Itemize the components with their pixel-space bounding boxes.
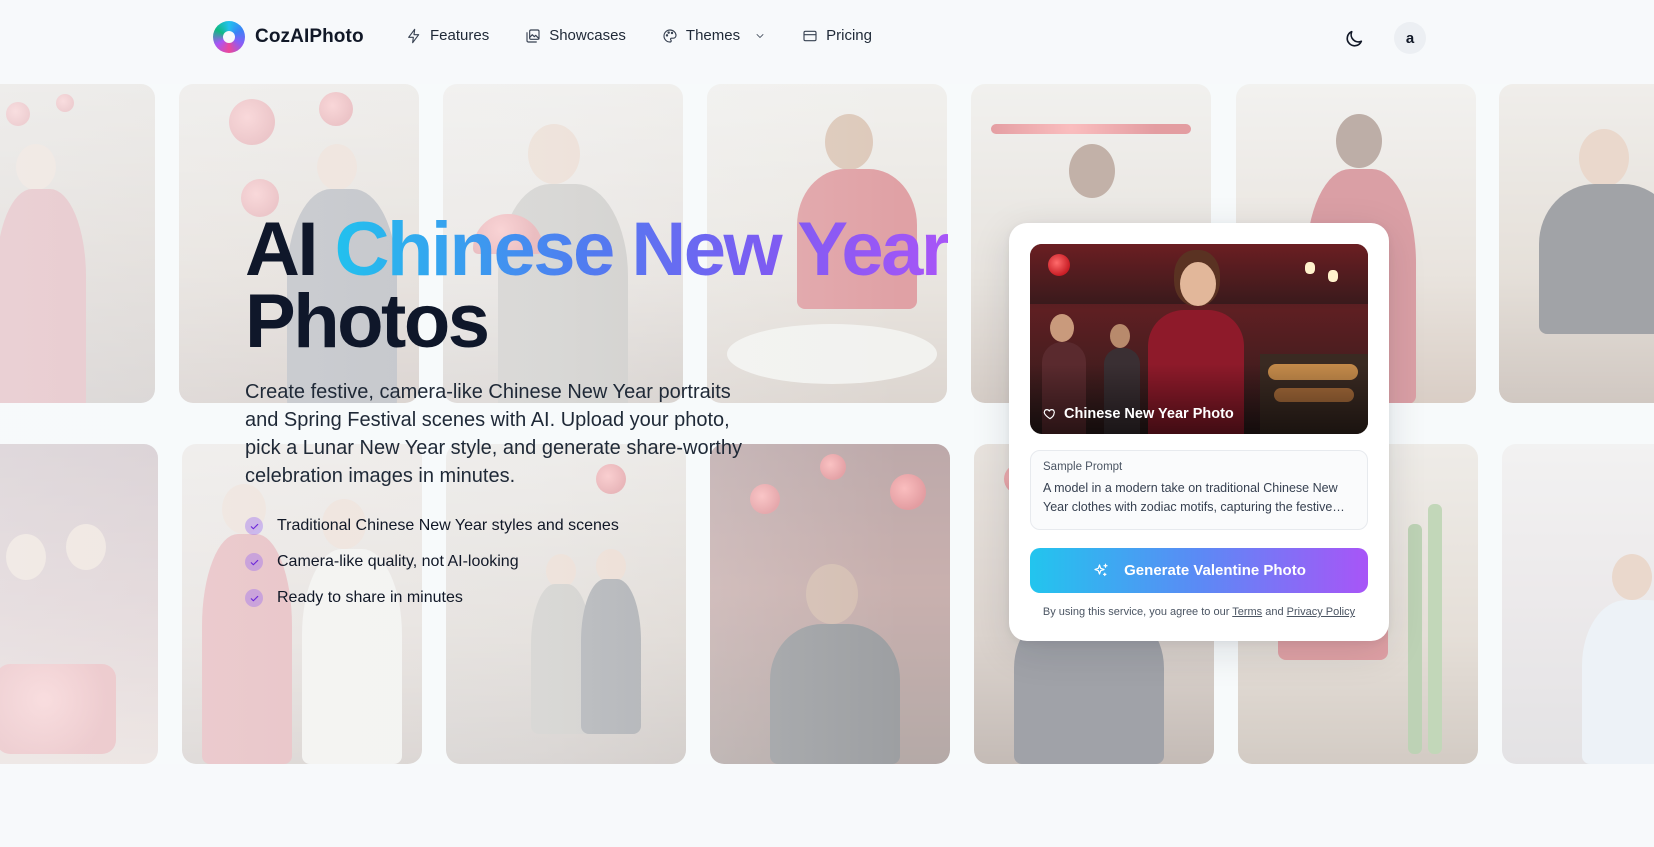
image-caption-shade <box>1030 364 1368 434</box>
feature-text: Traditional Chinese New Year styles and … <box>277 517 619 534</box>
feature-text: Ready to share in minutes <box>277 589 463 606</box>
generate-button-label: Generate Valentine Photo <box>1124 562 1306 579</box>
gallery-icon <box>526 28 540 43</box>
sparkles-icon <box>1094 563 1108 576</box>
check-icon <box>245 553 263 571</box>
page-title: AI Chinese New Year Photos <box>245 212 965 360</box>
brand-logo-icon <box>213 21 245 53</box>
image-caption: Chinese New Year Photo <box>1043 406 1234 422</box>
heart-icon <box>1043 409 1055 420</box>
hero-description: Create festive, camera-like Chinese New … <box>245 381 742 487</box>
nav-pricing-label: Pricing <box>826 27 872 44</box>
image-caption-text: Chinese New Year Photo <box>1064 406 1234 422</box>
bolt-icon <box>408 28 420 43</box>
legal-and: and <box>1265 606 1284 618</box>
check-icon <box>245 517 263 535</box>
nav-themes-label: Themes <box>685 27 741 44</box>
feature-list: Traditional Chinese New Year styles and … <box>245 508 965 616</box>
hero-section: AI Chinese New Year Photos Create festiv… <box>245 212 965 616</box>
generate-photo-button[interactable]: Generate Valentine Photo <box>1030 548 1368 593</box>
nav-pricing[interactable]: Pricing <box>802 27 872 44</box>
gallery-photo <box>1499 84 1654 403</box>
card-icon <box>803 30 817 41</box>
generate-card: Chinese New Year Photo Sample Prompt A m… <box>1009 223 1389 641</box>
sample-prompt-box: Sample Prompt A model in a modern take o… <box>1030 450 1368 530</box>
legal-notice: By using this service, you agree to our … <box>1009 606 1389 618</box>
feature-item: Camera-like quality, not AI-looking <box>245 544 965 580</box>
feature-text: Camera-like quality, not AI-looking <box>277 553 519 570</box>
user-avatar[interactable]: a <box>1394 22 1426 54</box>
nav-themes[interactable]: Themes <box>662 27 766 44</box>
theme-toggle-button[interactable] <box>1338 23 1370 55</box>
privacy-policy-link[interactable]: Privacy Policy <box>1287 606 1355 618</box>
gallery-photo <box>1502 444 1654 764</box>
gallery-photo <box>0 444 158 764</box>
sample-prompt-label: Sample Prompt <box>1043 461 1123 473</box>
moon-icon <box>1346 30 1363 47</box>
terms-link[interactable]: Terms <box>1232 606 1262 618</box>
nav-showcases[interactable]: Showcases <box>525 27 626 44</box>
nav-showcases-label: Showcases <box>549 27 626 44</box>
feature-item: Ready to share in minutes <box>245 580 965 616</box>
legal-prefix: By using this service, you agree to our <box>1042 606 1230 618</box>
gallery-photo <box>0 84 155 403</box>
check-icon <box>245 589 263 607</box>
feature-item: Traditional Chinese New Year styles and … <box>245 508 965 544</box>
title-line-2: Photos <box>245 279 490 364</box>
nav-features[interactable]: Features <box>406 27 489 44</box>
chevron-down-icon <box>756 33 764 38</box>
brand-name: CozAIPhoto <box>255 26 364 47</box>
palette-icon <box>663 28 677 43</box>
brand-link[interactable]: CozAIPhoto <box>213 21 364 53</box>
nav-features-label: Features <box>430 27 490 44</box>
site-header: CozAIPhoto Features Showcases Themes Pri… <box>0 0 1654 76</box>
main-nav: Features Showcases Themes Pricing <box>406 27 908 44</box>
sample-prompt-text: A model in a modern take on traditional … <box>1043 481 1338 514</box>
sample-photo: Chinese New Year Photo <box>1030 244 1368 434</box>
